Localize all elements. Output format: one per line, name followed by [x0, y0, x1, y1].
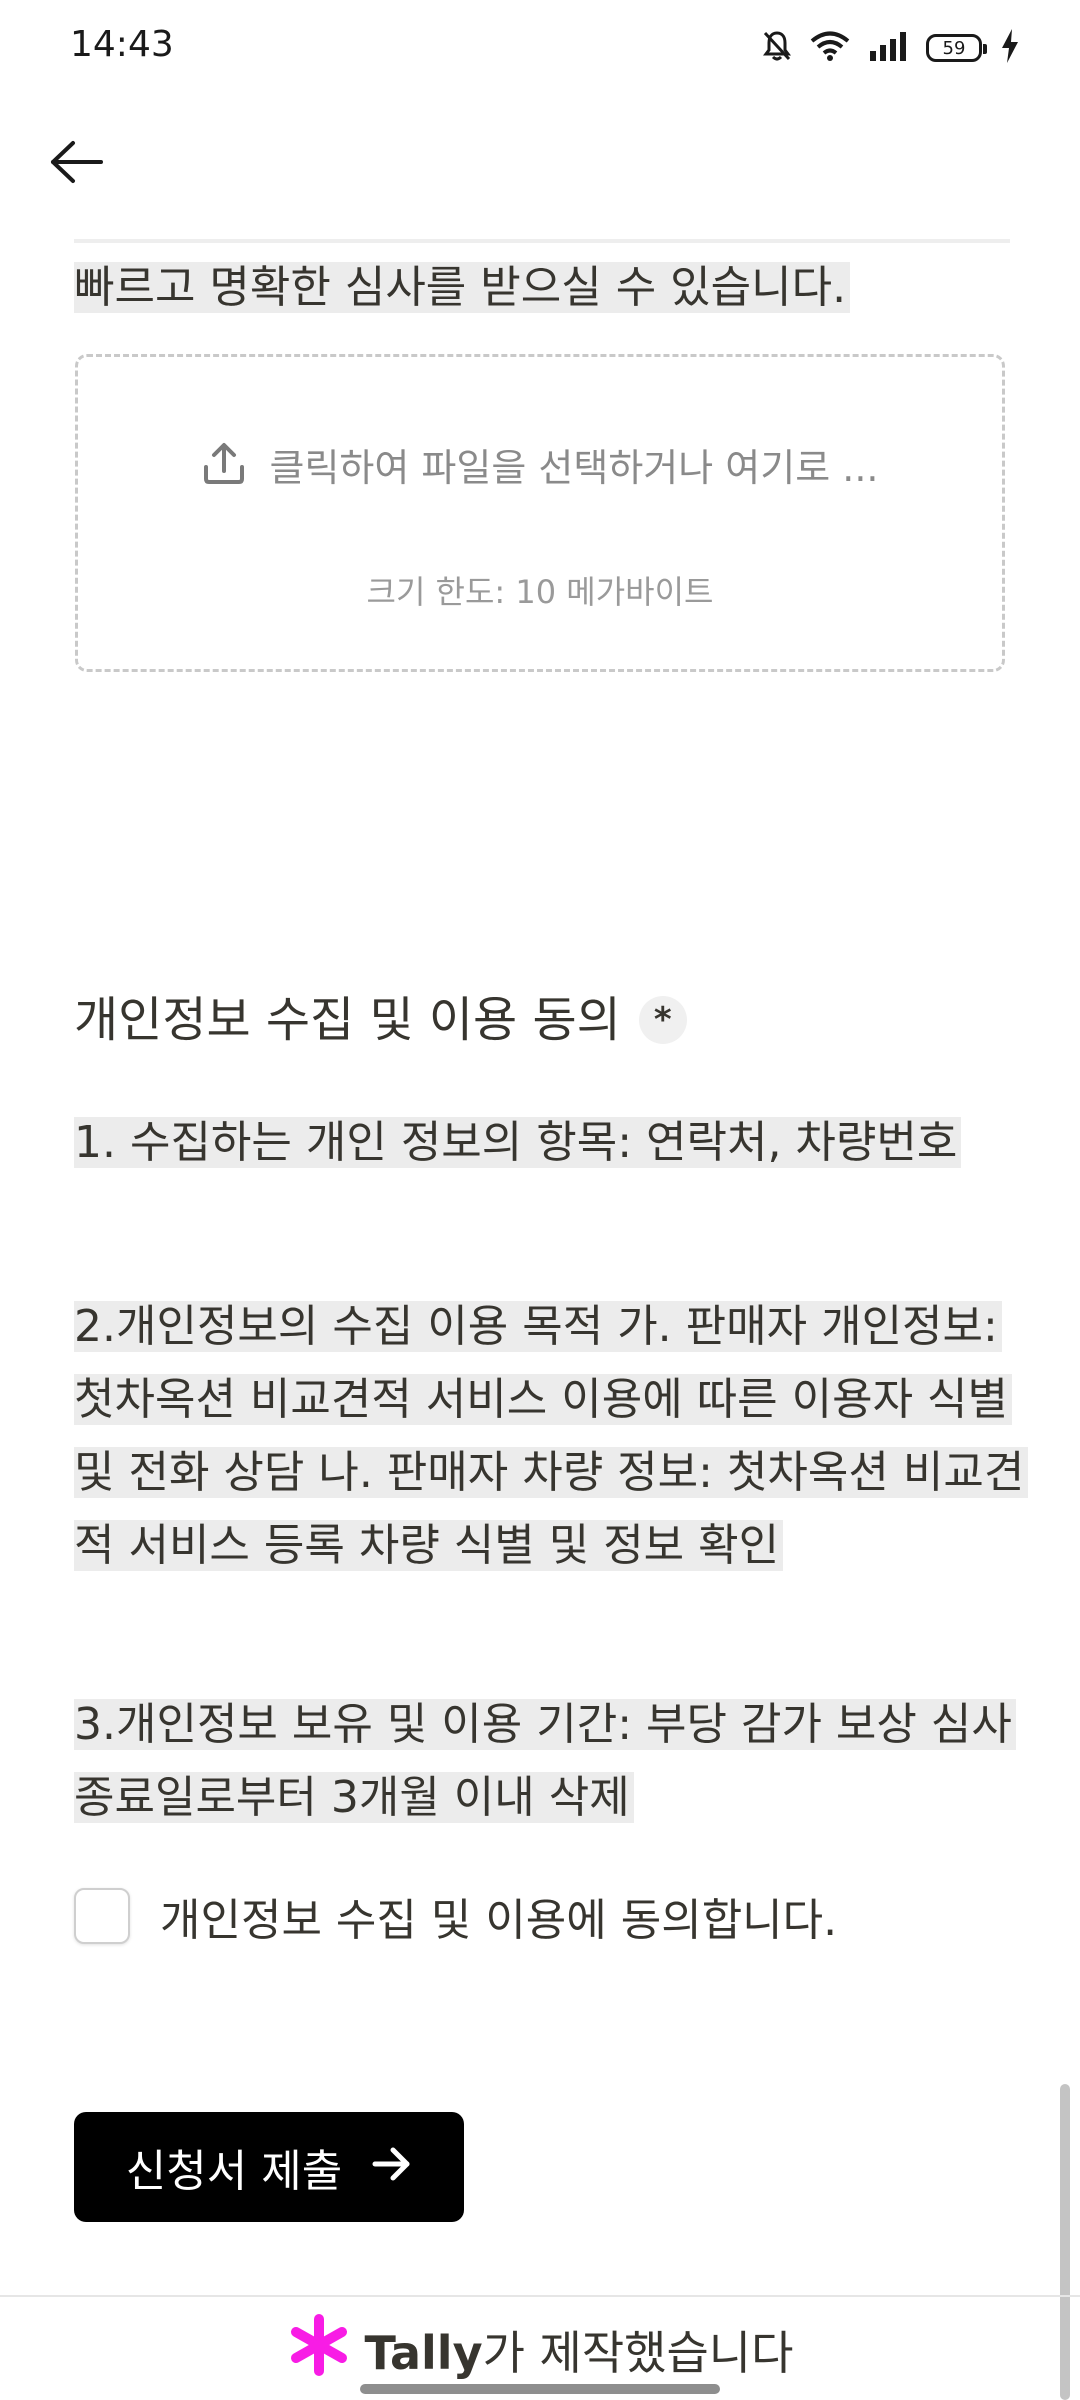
status-time: 14:43	[70, 24, 174, 65]
required-mark: *	[638, 996, 687, 1044]
file-upload-dropzone[interactable]: 클릭하여 파일을 선택하거나 여기로 ... 크기 한도: 10 메가바이트	[75, 354, 1005, 672]
arrow-left-icon	[49, 140, 103, 188]
privacy-item-1: 1. 수집하는 개인 정보의 항목: 연락처, 차량번호	[74, 1106, 1034, 1179]
privacy-item-1-text: 1. 수집하는 개인 정보의 항목: 연락처, 차량번호	[74, 1117, 962, 1168]
privacy-section-title: 개인정보 수집 및 이용 동의 *	[74, 985, 1004, 1055]
wifi-icon	[810, 30, 850, 66]
privacy-consent-option[interactable]: 개인정보 수집 및 이용에 동의합니다.	[74, 1884, 837, 1948]
status-icons: 59	[762, 28, 1020, 68]
submit-label: 신청서 제출	[125, 2146, 343, 2197]
intro-text-block: 빠르고 명확한 심사를 받으실 수 있습니다.	[74, 252, 1014, 324]
home-indicator[interactable]	[360, 2384, 720, 2394]
status-bar: 14:43 59	[0, 0, 1080, 100]
section-divider	[74, 239, 1010, 243]
upload-icon	[202, 441, 246, 489]
back-button[interactable]	[44, 132, 108, 196]
privacy-item-2: 2.개인정보의 수집 이용 목적 가. 판매자 개인정보: 첫차옥션 비교견적 …	[74, 1290, 1034, 1582]
charging-bolt-icon	[1000, 29, 1020, 67]
privacy-consent-checkbox[interactable]	[74, 1888, 130, 1944]
intro-text: 빠르고 명확한 심사를 받으실 수 있습니다.	[74, 262, 851, 313]
submit-button[interactable]: 신청서 제출	[74, 2112, 464, 2222]
privacy-item-3: 3.개인정보 보유 및 이용 기간: 부당 감가 보상 심사 종료일로부터 3개…	[74, 1688, 1034, 1834]
upload-prompt-row: 클릭하여 파일을 선택하거나 여기로 ...	[78, 437, 1002, 492]
upload-size-limit: 크기 한도: 10 메가바이트	[366, 573, 714, 611]
privacy-title: 개인정보 수집 및 이용 동의	[74, 992, 621, 1048]
privacy-item-3-text: 3.개인정보 보유 및 이용 기간: 부당 감가 보상 심사 종료일로부터 3개…	[74, 1699, 1016, 1823]
tally-footer-link[interactable]: Tally가 제작했습니다	[0, 2310, 1080, 2390]
footer-suffix: 가 제작했습니다	[482, 2326, 794, 2380]
battery-level: 59	[942, 37, 966, 59]
footer-brand: Tally	[364, 2326, 483, 2380]
battery-icon: 59	[926, 34, 987, 62]
arrow-right-icon	[372, 2142, 412, 2193]
bell-off-icon	[762, 30, 792, 66]
tally-logo-icon	[287, 2313, 351, 2388]
upload-prompt: 클릭하여 파일을 선택하거나 여기로 ...	[269, 446, 879, 490]
signal-icon	[868, 31, 908, 65]
privacy-consent-label[interactable]: 개인정보 수집 및 이용에 동의합니다.	[160, 1884, 837, 1948]
privacy-item-2-text: 2.개인정보의 수집 이용 목적 가. 판매자 개인정보: 첫차옥션 비교견적 …	[74, 1301, 1029, 1571]
footer-divider	[0, 2295, 1080, 2297]
